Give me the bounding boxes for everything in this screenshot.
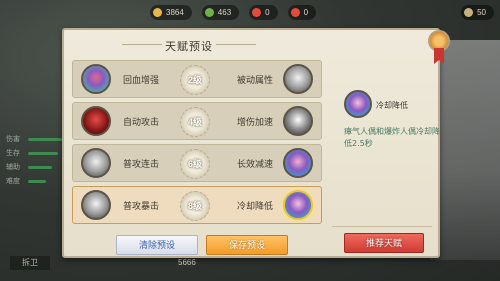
stat-label-survival: 生存 bbox=[6, 150, 20, 157]
ticket-icon bbox=[252, 7, 262, 17]
dialog-title: 天赋预设 bbox=[165, 40, 213, 53]
auto-attack-icon[interactable] bbox=[81, 106, 111, 136]
detail-divider bbox=[332, 226, 432, 227]
stat-bar bbox=[28, 138, 64, 141]
talent-right-label: 增伤加速 bbox=[237, 118, 274, 128]
damage-speed-icon[interactable] bbox=[283, 106, 313, 136]
recommend-talent-button[interactable]: 推荐天赋 bbox=[344, 233, 424, 253]
gold-resource: 3864 bbox=[150, 4, 192, 20]
resource-bar: 3864 463 0 0 50 bbox=[150, 4, 500, 20]
talent-level: 6级 bbox=[180, 149, 210, 179]
talent-row-selected[interactable]: 普攻暴击 8级 冷却降低 bbox=[72, 186, 322, 224]
regen-talent-icon[interactable] bbox=[81, 64, 111, 94]
talent-row[interactable]: 自动攻击 4级 增伤加速 bbox=[72, 102, 322, 140]
detail-description: 瘴气人偶和爆炸人偶冷却降低2.5秒 bbox=[344, 127, 440, 148]
talent-level: 8级 bbox=[180, 191, 210, 221]
gem-value: 463 bbox=[217, 7, 232, 17]
save-preset-button[interactable]: 保存预设 bbox=[206, 235, 288, 255]
gem-icon bbox=[204, 7, 214, 17]
talent-right-label: 长效减速 bbox=[237, 160, 274, 170]
ticket-value: 0 bbox=[265, 7, 270, 17]
gold-value: 3864 bbox=[166, 7, 184, 17]
cooldown-reduce-icon bbox=[344, 90, 372, 118]
gem-resource: 463 bbox=[201, 4, 240, 20]
talent-preset-dialog: 天赋预设 回血增强 2级 被动属性 自动攻击 4级 增伤加速 普攻连击 6级 长… bbox=[62, 28, 440, 258]
stat-bar bbox=[28, 166, 52, 169]
detail-title: 冷却降低 bbox=[376, 101, 408, 110]
talent-right-label: 冷却降低 bbox=[237, 202, 274, 212]
stat-label-difficulty: 难度 bbox=[6, 178, 20, 185]
red-gem-icon bbox=[290, 7, 300, 17]
talent-level: 4级 bbox=[180, 107, 210, 137]
coin-icon bbox=[464, 7, 474, 17]
cooldown-reduce-icon[interactable] bbox=[283, 190, 313, 220]
talent-detail-panel: 冷却降低 瘴气人偶和爆炸人偶冷却降低2.5秒 bbox=[332, 88, 440, 228]
level-badge: 50 bbox=[461, 4, 494, 20]
talent-row[interactable]: 回血增强 2级 被动属性 bbox=[72, 60, 322, 98]
badge-value: 50 bbox=[477, 7, 486, 17]
stat-label-damage: 伤害 bbox=[6, 136, 20, 143]
slow-effect-icon[interactable] bbox=[283, 148, 313, 178]
talent-left-label: 普攻连击 bbox=[123, 160, 160, 170]
talent-right-label: 被动属性 bbox=[237, 76, 274, 86]
red-resource: 0 bbox=[287, 4, 317, 20]
critical-strike-icon[interactable] bbox=[81, 190, 111, 220]
talent-level: 2级 bbox=[180, 65, 210, 95]
ticket-resource: 0 bbox=[249, 4, 278, 20]
talent-left-label: 回血增强 bbox=[123, 76, 160, 86]
red-value: 0 bbox=[303, 7, 309, 17]
talent-left-label: 普攻暴击 bbox=[123, 202, 160, 212]
talent-row[interactable]: 普攻连击 6级 长效减速 bbox=[72, 144, 322, 182]
combo-attack-icon[interactable] bbox=[81, 148, 111, 178]
title-divider bbox=[216, 44, 256, 45]
talent-list: 回血增强 2级 被动属性 自动攻击 4级 增伤加速 普攻连击 6级 长效减速 普… bbox=[72, 60, 322, 246]
clear-preset-button[interactable]: 清除预设 bbox=[116, 235, 198, 255]
talent-left-label: 自动攻击 bbox=[123, 118, 160, 128]
bottom-left-tab[interactable]: 拆卫 bbox=[10, 256, 50, 270]
background-scene-right bbox=[430, 40, 500, 260]
stat-label-support: 辅助 bbox=[6, 164, 20, 171]
hero-stats-panel: 伤害 生存 辅助 难度 bbox=[0, 30, 70, 270]
gold-icon bbox=[153, 7, 162, 17]
bottom-resource: 5666 bbox=[178, 258, 196, 267]
stat-bar bbox=[28, 152, 58, 155]
stat-bar bbox=[28, 180, 46, 183]
shield-icon[interactable] bbox=[283, 64, 313, 94]
